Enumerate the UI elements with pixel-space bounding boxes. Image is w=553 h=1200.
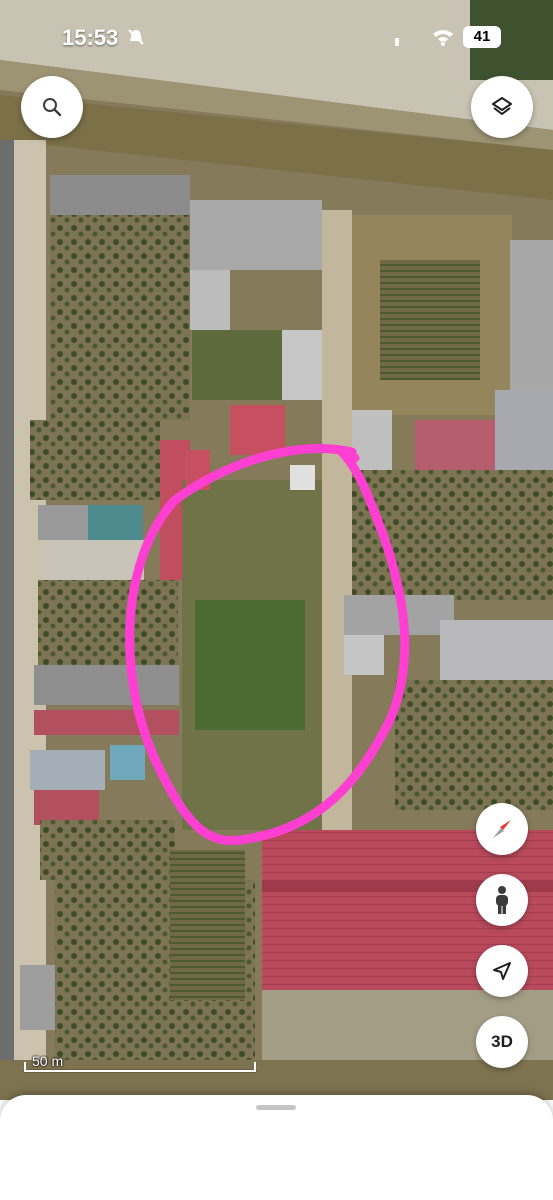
- scale-tick-right: [254, 1062, 256, 1072]
- scale-tick-left: [24, 1062, 26, 1072]
- scale-bar: 50 m: [24, 1050, 256, 1072]
- wifi-icon: [433, 30, 453, 46]
- layers-button[interactable]: [471, 76, 533, 138]
- status-bar: 15:53 41: [0, 0, 553, 70]
- search-icon: [43, 98, 62, 117]
- satellite-imagery: [0, 0, 553, 1100]
- bottom-sheet[interactable]: [0, 1095, 553, 1200]
- satellite-map[interactable]: [0, 0, 553, 1100]
- my-location-button[interactable]: [476, 945, 528, 997]
- compass-button[interactable]: [476, 803, 528, 855]
- drag-handle[interactable]: [256, 1105, 296, 1110]
- signal-indicator: [395, 38, 399, 46]
- search-button[interactable]: [21, 76, 83, 138]
- notifications-off-icon: [128, 29, 144, 45]
- status-time: 15:53: [62, 25, 119, 50]
- layers-icon: [492, 97, 512, 115]
- 3d-label: 3D: [491, 1032, 513, 1051]
- scale-label: 50 m: [32, 1053, 64, 1069]
- 3d-toggle-button[interactable]: 3D: [476, 1016, 528, 1068]
- compass-icon: [493, 820, 511, 838]
- battery-indicator: 41: [463, 26, 501, 48]
- scale-line: [24, 1070, 256, 1072]
- navigation-arrow-icon: [493, 962, 511, 980]
- street-view-button[interactable]: [476, 874, 528, 926]
- pegman-icon: [496, 886, 508, 914]
